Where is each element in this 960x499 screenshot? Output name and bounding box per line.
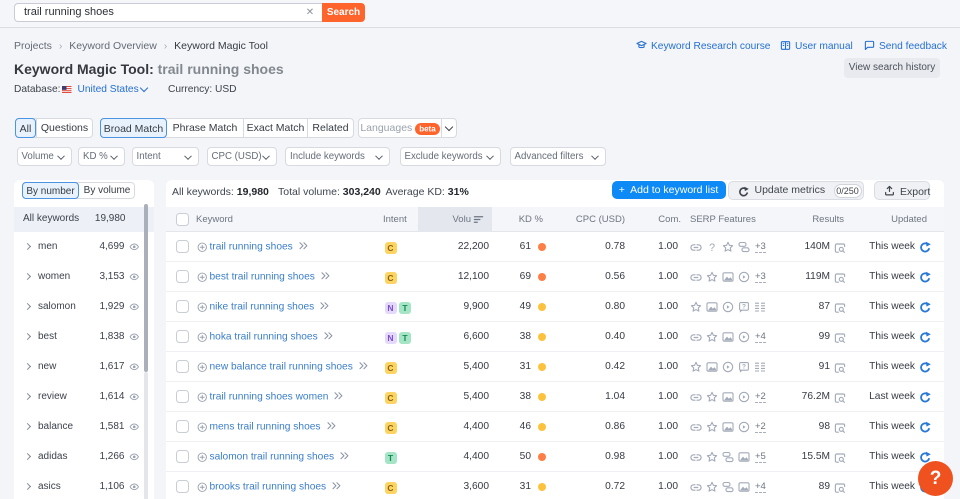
- svg-text:?: ?: [742, 364, 746, 371]
- svg-text:?: ?: [742, 304, 746, 311]
- svg-text:?: ?: [709, 242, 715, 253]
